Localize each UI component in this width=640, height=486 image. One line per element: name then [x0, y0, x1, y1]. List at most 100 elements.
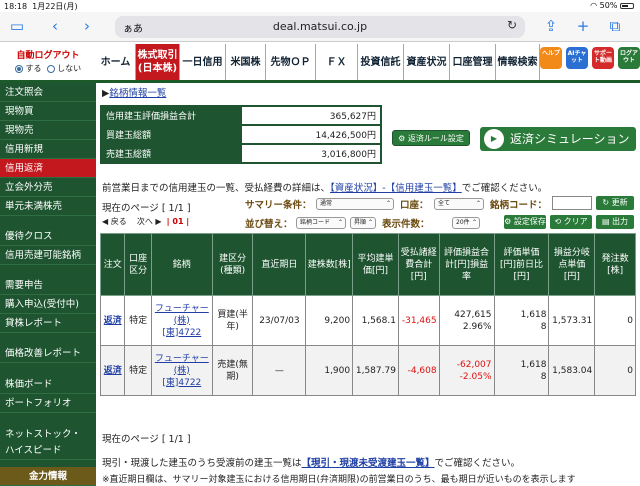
sidebar-item-price-improvement[interactable]: 価格改善レポート [0, 344, 96, 363]
account-select[interactable]: 全て [434, 198, 484, 210]
sidebar-item-short-sellable[interactable]: 信用売建可能銘柄 [0, 246, 96, 265]
new-tab-icon[interactable]: + [574, 17, 592, 35]
next-page-link[interactable]: 次へ ▶ [137, 217, 162, 226]
sidebar-item-margin-repay[interactable]: 信用返済 [0, 159, 96, 178]
cell-account: 特定 [124, 345, 152, 396]
logout-icon[interactable]: ログアウト [618, 47, 640, 69]
stock-info-link[interactable]: 銘柄情報一覧 [109, 88, 166, 99]
col-header-avg-price: 平均建単価[円] [352, 233, 399, 296]
clear-label: クリア [563, 217, 588, 226]
reload-icon[interactable]: ↻ [507, 18, 517, 32]
col-header-cost: 受払諸経費合計[円] [397, 233, 440, 296]
summary-condition-label: サマリー条件： [245, 200, 312, 211]
auto-logout-off-radio[interactable] [46, 64, 55, 73]
cell-type: 買建(半年) [211, 295, 254, 346]
sidebar-item-netstock-2[interactable]: ハイスピード [0, 441, 96, 460]
sidebar-item-odd-lot-sell[interactable]: 単元未満株売 [0, 197, 96, 216]
stock-market-code[interactable]: [東]4722 [162, 328, 201, 338]
save-settings-label: 設定保存 [513, 217, 546, 226]
forward-arrow-icon[interactable]: › [78, 17, 96, 35]
back-arrow-icon[interactable]: ‹ [46, 17, 64, 35]
account-label: 口座： [400, 200, 429, 211]
sidebar-item-yutai-cross[interactable]: 優待クロス [0, 227, 96, 246]
page-number[interactable]: | 01 | [167, 217, 190, 226]
gear-icon: ⚙ [398, 134, 406, 143]
repay-order-link[interactable]: 返済 [104, 316, 122, 326]
cell-qty: 9,200 [305, 295, 354, 346]
tab-asset-status[interactable]: 資産状況 [404, 44, 450, 80]
tab-us-stocks[interactable]: 米国株 [226, 44, 266, 80]
unsettled-list-link[interactable]: 【現引・現渡未受渡建玉一覧】 [302, 458, 435, 469]
cell-pl: 427,615 [454, 309, 492, 320]
auto-logout-panel: 自動ログアウト する しない [0, 44, 96, 80]
export-label: 出力 [612, 217, 629, 226]
sidebar-item-stock-board[interactable]: 株価ボード [0, 375, 96, 394]
repay-simulation-button[interactable]: ▶ 返済シミュレーション [480, 127, 636, 151]
stock-market-code[interactable]: [東]4722 [162, 378, 201, 388]
status-bar: 18:18 1月22日(月) ◠ 50% [0, 0, 640, 12]
tab-futures-options[interactable]: 先物ＯＰ [266, 44, 316, 80]
stock-code-input[interactable] [552, 196, 592, 210]
tab-day-margin[interactable]: 一日信用 [180, 44, 226, 80]
help-icon[interactable]: ヘルプ [540, 47, 562, 69]
summary-value: 3,016,800円 [240, 143, 382, 164]
stock-name-link[interactable]: フューチャー(株) [155, 354, 209, 376]
sidebar-item-purchase-application[interactable]: 購入申込(受付中) [0, 295, 96, 314]
margin-positions-table: 注文 口座区分 銘柄 建区分(種類) 直近期日 建株数[株] 平均建単価[円] … [99, 233, 636, 396]
summary-label: 売建玉総額 [100, 143, 242, 164]
display-count-select[interactable]: 20件 [452, 217, 480, 229]
sidebar-item-cash-sell[interactable]: 現物売 [0, 121, 96, 140]
support-video-icon[interactable]: サポート動画 [592, 47, 614, 69]
update-button[interactable]: ↻ 更新 [596, 196, 634, 210]
cell-breakeven: 1,583.04 [548, 345, 596, 396]
cell-cost: -31,465 [397, 295, 440, 346]
tabs-overview-icon[interactable]: ⧉ [606, 17, 624, 35]
auto-logout-on-radio[interactable] [14, 64, 23, 73]
stock-code-label: 銘柄コード： [490, 200, 548, 211]
sort-key-select[interactable]: 銘柄コード [296, 217, 346, 229]
tab-stock-trading[interactable]: 株式取引(日本株) [136, 44, 180, 80]
sidebar-toggle-icon[interactable]: ▭ [8, 17, 26, 35]
tab-home[interactable]: ホーム [96, 44, 136, 80]
share-icon[interactable]: ⇪ [542, 17, 560, 35]
sidebar-item-portfolio[interactable]: ポートフォリオ [0, 394, 96, 413]
summary-table: 信用建玉評価損益合計 365,627円 買建玉総額 14,426,500円 売建玉総… [100, 105, 382, 164]
save-settings-button[interactable]: ⚙ 設定保存 [504, 215, 546, 229]
clear-button[interactable]: ⟲ クリア [550, 215, 592, 229]
page-indicator: 現在のページ [ 1/1 ] [102, 203, 191, 214]
table-row: 返済 特定 フューチャー(株) [東]4722 買建(半年) 23/07/03 9… [99, 295, 636, 346]
tab-info-search[interactable]: 情報検索 [496, 44, 540, 80]
repay-rule-label: 返済ルール設定 [407, 134, 464, 143]
cell-expiry: 23/07/03 [252, 295, 307, 346]
sidebar-item-demand-declaration[interactable]: 需要申告 [0, 276, 96, 295]
prev-page-link[interactable]: ◀ 戻る [102, 217, 127, 226]
url-text[interactable]: deal.matsui.co.jp [115, 20, 525, 33]
sort-order-select[interactable]: 昇順 [350, 217, 376, 229]
tab-account-mgmt[interactable]: 口座管理 [450, 44, 496, 80]
repay-rule-button[interactable]: ⚙ 返済ルール設定 [392, 130, 470, 146]
sidebar-item-info[interactable]: 金力情報 [0, 467, 96, 486]
export-button[interactable]: ▤ 出力 [596, 215, 634, 229]
cell-cost: -4,608 [397, 345, 440, 396]
sidebar-item-order-inquiry[interactable]: 注文照会 [0, 83, 96, 102]
sidebar: 注文照会 現物買 現物売 信用新規 信用返済 立会外分売 単元未満株売 優待クロ… [0, 83, 96, 486]
stock-name-link[interactable]: フューチャー(株) [155, 304, 209, 326]
ai-chat-icon[interactable]: AIチャット [566, 47, 588, 69]
sidebar-item-margin-new[interactable]: 信用新規 [0, 140, 96, 159]
sidebar-item-off-floor[interactable]: 立会外分売 [0, 178, 96, 197]
col-header-breakeven: 損益分岐点単価[円] [548, 233, 596, 296]
page-indicator-bottom: 現在のページ [ 1/1 ] [102, 434, 191, 445]
repay-order-link[interactable]: 返済 [104, 366, 122, 376]
sidebar-item-cash-buy[interactable]: 現物買 [0, 102, 96, 121]
cell-expiry: — [252, 345, 307, 396]
margin-list-link[interactable]: 【資産状況】-【信用建玉一覧】 [330, 183, 462, 194]
col-header-order: 注文 [99, 233, 126, 296]
battery-icon [620, 2, 634, 9]
sidebar-item-lending-report[interactable]: 貸株レポート [0, 314, 96, 333]
tab-investment-trust[interactable]: 投資信託 [358, 44, 404, 80]
col-header-pl: 評価損益合計[円]損益率 [438, 233, 495, 296]
summary-condition-select[interactable]: 通常 [316, 198, 394, 210]
address-bar[interactable]: ぁあ deal.matsui.co.jp ↻ [115, 16, 525, 38]
tab-fx[interactable]: ＦＸ [316, 44, 358, 80]
col-header-type: 建区分(種類) [211, 233, 254, 296]
